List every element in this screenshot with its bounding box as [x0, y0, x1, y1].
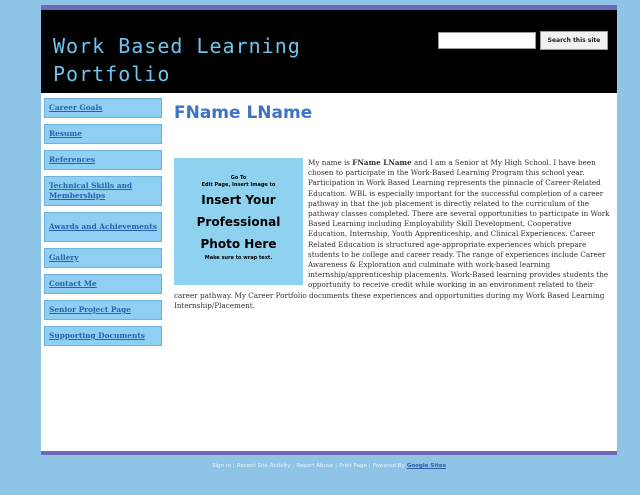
sidebar-item-resume[interactable]: Resume	[44, 124, 162, 144]
page-title: FName LName	[174, 103, 313, 123]
footer-link-report-abuse[interactable]: Report Abuse	[296, 463, 333, 469]
sidebar-item-awards[interactable]: Awards and Achievements	[44, 212, 162, 242]
site-header: Work Based Learning Portfolio Search thi…	[41, 10, 617, 93]
footer-link-recent-activity[interactable]: Recent Site Activity	[237, 463, 291, 469]
sidebar-item-career-goals[interactable]: Career Goals	[44, 98, 162, 118]
intro-name: FName LName	[352, 158, 412, 167]
photo-line-wrap: Make sure to wrap text.	[204, 255, 273, 261]
site-footer: Sign in | Recent Site Activity | Report …	[41, 455, 617, 491]
footer-link-sign-in[interactable]: Sign in	[212, 463, 231, 469]
profile-photo-placeholder: Go To Edit Page, Insert Image to Insert …	[174, 158, 303, 285]
footer-separator: |	[335, 463, 338, 469]
site-title[interactable]: Work Based Learning Portfolio	[53, 32, 353, 88]
footer-powered-by: Powered By	[372, 463, 405, 469]
photo-line-photo-here: Photo Here	[200, 237, 277, 251]
footer-link-google-sites[interactable]: Google Sites	[407, 463, 446, 469]
sidebar-item-supporting-documents[interactable]: Supporting Documents	[44, 326, 162, 346]
photo-line-professional: Professional	[196, 215, 281, 229]
intro-text-start: My name is	[308, 158, 353, 167]
photo-line-insert: Insert Your	[201, 193, 276, 207]
page-container: Work Based Learning Portfolio Search thi…	[41, 5, 617, 491]
sidebar-item-technical-skills[interactable]: Technical Skills and Memberships	[44, 176, 162, 206]
footer-separator: |	[368, 463, 371, 469]
sidebar-item-references[interactable]: References	[44, 150, 162, 170]
footer-separator: |	[292, 463, 295, 469]
sidebar-item-contact[interactable]: Contact Me	[44, 274, 162, 294]
sidebar-item-senior-project[interactable]: Senior Project Page	[44, 300, 162, 320]
search-button[interactable]: Search this site	[540, 31, 608, 50]
footer-link-print-page[interactable]: Print Page	[339, 463, 367, 469]
sidebar-item-gallery[interactable]: Gallery	[44, 248, 162, 268]
photo-line-edit: Edit Page, Insert Image to	[201, 182, 276, 188]
footer-separator: |	[232, 463, 235, 469]
search-input[interactable]	[438, 32, 536, 49]
sidebar-nav: Career Goals Resume References Technical…	[44, 98, 162, 352]
photo-line-goto: Go To	[230, 175, 247, 181]
